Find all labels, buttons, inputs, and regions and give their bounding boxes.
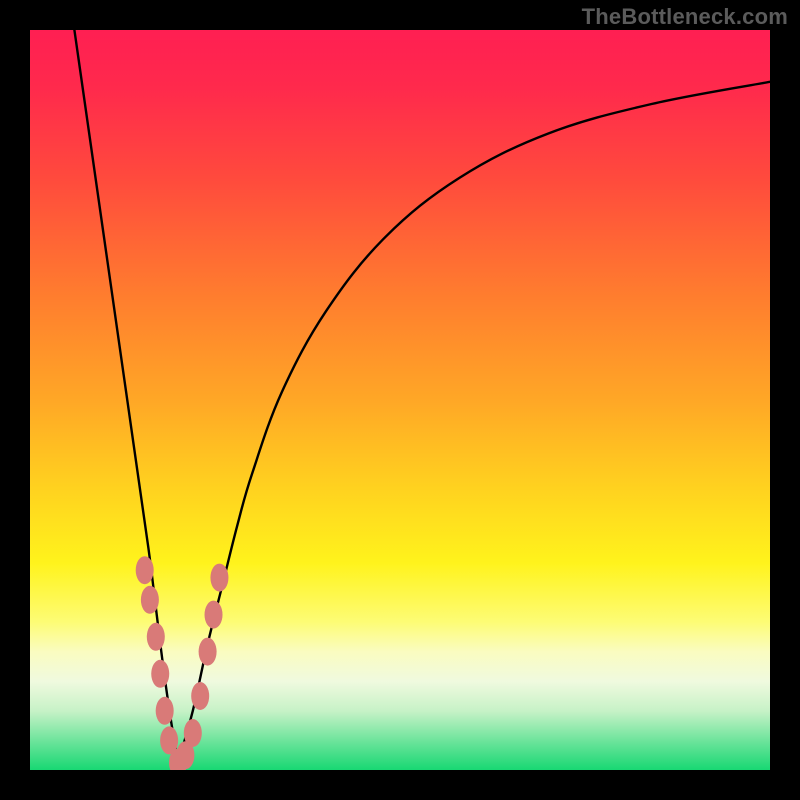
data-marker <box>147 623 165 651</box>
data-marker <box>210 564 228 592</box>
data-marker <box>191 682 209 710</box>
plot-area <box>30 30 770 770</box>
data-marker <box>136 556 154 584</box>
bottleneck-curve-left <box>74 30 178 763</box>
bottleneck-curve-right <box>178 82 770 763</box>
data-marker <box>156 697 174 725</box>
curve-layer <box>30 30 770 770</box>
marker-group <box>136 556 229 770</box>
data-marker <box>141 586 159 614</box>
outer-frame: TheBottleneck.com <box>0 0 800 800</box>
data-marker <box>199 638 217 666</box>
data-marker <box>151 660 169 688</box>
data-marker <box>205 601 223 629</box>
watermark-text: TheBottleneck.com <box>582 4 788 30</box>
data-marker <box>184 719 202 747</box>
